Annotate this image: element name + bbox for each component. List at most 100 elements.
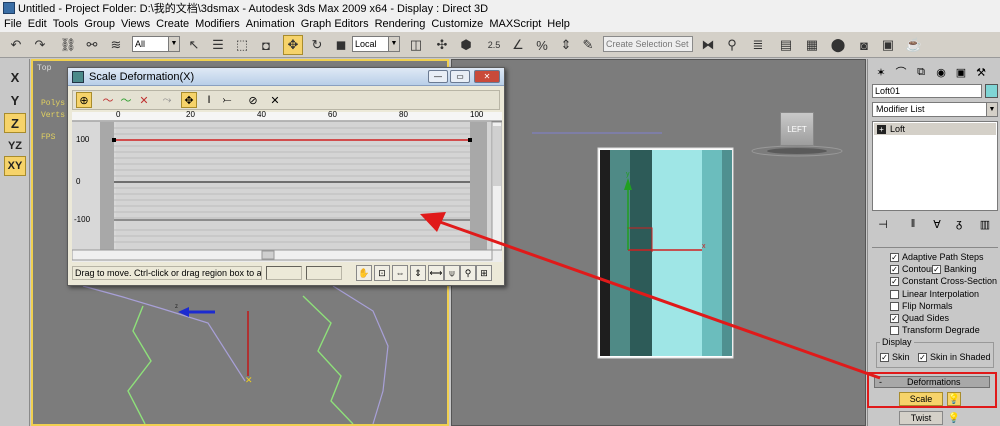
scale-toggle-lightbulb-icon[interactable]: 💡: [947, 392, 961, 406]
motion-tab-icon[interactable]: ◉: [932, 63, 950, 81]
transform-degrade-checkbox[interactable]: Transform Degrade: [890, 325, 980, 335]
align-icon[interactable]: ⚲: [722, 35, 742, 55]
deformations-rollout-header[interactable]: - Deformations: [874, 376, 990, 388]
move-control-point-icon[interactable]: ✥: [181, 92, 197, 108]
snap-toggle-icon[interactable]: 2.5: [484, 35, 504, 55]
menu-views[interactable]: Views: [121, 18, 156, 30]
constant-cross-section-checkbox[interactable]: ✓ Constant Cross-Section: [890, 276, 997, 286]
deformation-graph[interactable]: 0 20 40 60 80 100 100 0 -100: [72, 110, 502, 318]
contour-checkbox[interactable]: ✓ Contour: [890, 264, 934, 274]
delete-control-point-icon[interactable]: ⊘: [245, 92, 261, 108]
maximize-button[interactable]: ▭: [450, 70, 470, 83]
make-unique-icon[interactable]: ∀: [928, 215, 946, 233]
expand-icon[interactable]: +: [877, 125, 886, 134]
undo-icon[interactable]: ↶: [6, 35, 26, 55]
pan-icon[interactable]: ✋: [356, 265, 372, 281]
quad-sides-checkbox[interactable]: ✓ Quad Sides: [890, 313, 949, 323]
point-y-field[interactable]: [306, 266, 342, 280]
select-by-name-icon[interactable]: ☰: [208, 35, 228, 55]
scale-deformation-button[interactable]: Scale: [899, 392, 943, 406]
schematic-view-icon[interactable]: ▦: [802, 35, 822, 55]
keyboard-shortcut-icon[interactable]: ⬢: [456, 35, 476, 55]
object-name-input[interactable]: Loft01: [872, 84, 982, 98]
menu-edit[interactable]: Edit: [28, 18, 53, 30]
spinner-snap-icon[interactable]: ⇕: [556, 35, 576, 55]
selection-filter-dropdown[interactable]: All ▼: [132, 36, 180, 52]
left-viewport[interactable]: x y LEFT: [451, 59, 866, 426]
display-y-axis-icon[interactable]: 〜: [118, 92, 134, 108]
menu-group[interactable]: Group: [84, 18, 121, 30]
flip-normals-checkbox[interactable]: Flip Normals: [890, 301, 953, 311]
display-tab-icon[interactable]: ▣: [952, 63, 970, 81]
insert-control-point-icon[interactable]: ⤚: [219, 92, 235, 108]
axis-yz-button[interactable]: YZ: [4, 136, 26, 156]
make-symmetrical-icon[interactable]: ⊕: [76, 92, 92, 108]
curve-editor-icon[interactable]: ▤: [776, 35, 796, 55]
menu-help[interactable]: Help: [547, 18, 576, 30]
configure-sets-icon[interactable]: ▥: [976, 215, 994, 233]
zoom-region-icon[interactable]: ⊞: [476, 265, 492, 281]
zoom-horizontal-extents-icon[interactable]: ⇔: [392, 265, 408, 281]
utilities-tab-icon[interactable]: ⚒: [972, 63, 990, 81]
quick-render-icon[interactable]: ☕: [904, 35, 924, 55]
axis-xy-button[interactable]: XY: [4, 156, 26, 176]
zoom-extents-icon[interactable]: ⊡: [374, 265, 390, 281]
skin-in-shaded-checkbox[interactable]: ✓ Skin in Shaded: [918, 352, 991, 362]
layer-manager-icon[interactable]: ≣: [748, 35, 768, 55]
menu-graph-editors[interactable]: Graph Editors: [301, 18, 375, 30]
swap-curves-icon[interactable]: ⤳: [159, 92, 175, 108]
skin-checkbox[interactable]: ✓ Skin: [880, 352, 910, 362]
point-x-field[interactable]: [266, 266, 302, 280]
linear-interpolation-checkbox[interactable]: Linear Interpolation: [890, 289, 979, 299]
display-x-axis-icon[interactable]: 〜: [100, 92, 116, 108]
render-setup-icon[interactable]: ◙: [854, 35, 874, 55]
edit-named-selection-icon[interactable]: ✎: [578, 35, 598, 55]
deformation-graph-canvas[interactable]: [72, 112, 502, 262]
menu-customize[interactable]: Customize: [431, 18, 489, 30]
hierarchy-tab-icon[interactable]: ⧉: [912, 63, 930, 81]
zoom-vertical-extents-icon[interactable]: ⇕: [410, 265, 426, 281]
viewcube[interactable]: LEFT: [780, 112, 814, 146]
scale-control-point-icon[interactable]: I: [201, 92, 217, 108]
menu-maxscript[interactable]: MAXScript: [489, 18, 547, 30]
mirror-icon[interactable]: ⧓: [698, 35, 718, 55]
select-object-icon[interactable]: ↖: [184, 35, 204, 55]
object-color-swatch[interactable]: [985, 84, 998, 98]
show-end-result-icon[interactable]: ‖: [904, 215, 922, 233]
adaptive-path-steps-checkbox[interactable]: ✓ Adaptive Path Steps: [890, 252, 984, 262]
axis-y-button[interactable]: Y: [4, 90, 26, 110]
display-xy-axes-icon[interactable]: ✕: [136, 92, 152, 108]
window-crossing-icon[interactable]: ◘: [256, 35, 276, 55]
percent-snap-icon[interactable]: %: [532, 35, 552, 55]
zoom-vertical-icon[interactable]: ⍦: [444, 265, 460, 281]
menu-modifiers[interactable]: Modifiers: [195, 18, 246, 30]
remove-modifier-icon[interactable]: ᵹ: [950, 215, 968, 233]
twist-toggle-lightbulb-icon[interactable]: 💡: [947, 411, 961, 425]
modifier-list-dropdown[interactable]: Modifier List ▼: [872, 102, 998, 117]
axis-z-button[interactable]: Z: [4, 113, 26, 133]
zoom-icon[interactable]: ⚲: [460, 265, 476, 281]
menu-rendering[interactable]: Rendering: [375, 18, 432, 30]
axis-x-button[interactable]: X: [4, 67, 26, 87]
modify-tab-icon[interactable]: ⌒: [892, 63, 910, 81]
redo-icon[interactable]: ↷: [30, 35, 50, 55]
select-and-rotate-icon[interactable]: ↻: [307, 35, 327, 55]
close-button[interactable]: ✕: [474, 70, 500, 83]
select-and-move-icon[interactable]: ✥: [283, 35, 303, 55]
select-link-icon[interactable]: ⛓: [58, 35, 78, 55]
banking-checkbox[interactable]: ✓ Banking: [932, 264, 977, 274]
reset-curve-icon[interactable]: ✕: [267, 92, 283, 108]
stack-item-loft[interactable]: + Loft: [874, 123, 996, 135]
manipulate-icon[interactable]: ✣: [432, 35, 452, 55]
create-tab-icon[interactable]: ✶: [872, 63, 890, 81]
pin-stack-icon[interactable]: ⊣: [874, 215, 892, 233]
menu-tools[interactable]: Tools: [53, 18, 85, 30]
rendered-frame-icon[interactable]: ▣: [878, 35, 898, 55]
menu-animation[interactable]: Animation: [246, 18, 301, 30]
pivot-center-icon[interactable]: ◫: [406, 35, 426, 55]
bind-space-warp-icon[interactable]: ≋: [106, 35, 126, 55]
angle-snap-icon[interactable]: ∠: [508, 35, 528, 55]
minimize-button[interactable]: —: [428, 70, 448, 83]
reference-coordinate-dropdown[interactable]: Local ▼: [352, 36, 400, 52]
zoom-horizontal-icon[interactable]: ⟷: [428, 265, 444, 281]
